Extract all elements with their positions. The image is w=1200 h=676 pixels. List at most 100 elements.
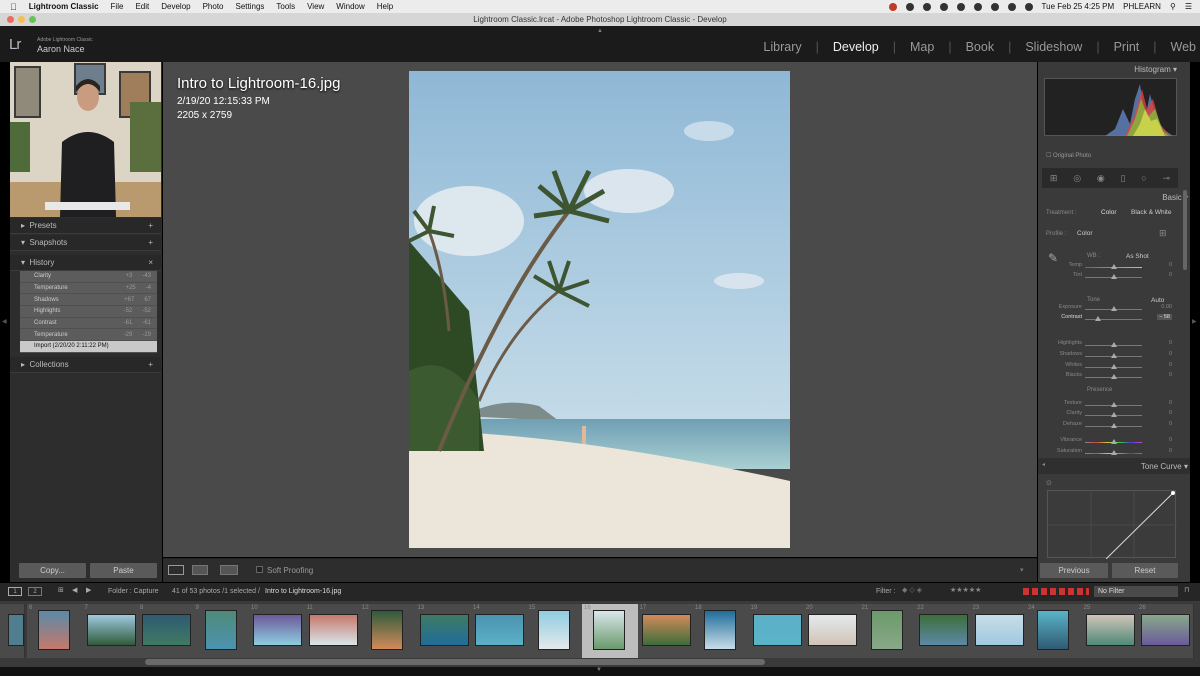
menu-settings[interactable]: Settings — [236, 2, 265, 11]
flag-filter-icons[interactable]: ◆ ◇ ◈ — [902, 586, 922, 594]
menu-file[interactable]: File — [111, 2, 124, 11]
forward-arrow-icon[interactable]: ▶ — [86, 586, 91, 594]
auto-tone-button[interactable]: Auto — [1151, 297, 1164, 304]
slider-value[interactable]: 0 — [1169, 362, 1172, 368]
history-item[interactable]: Temperature -29 -29 — [20, 329, 157, 342]
slider-blacks[interactable]: Blacks 0 — [1038, 372, 1178, 382]
profile-dropdown[interactable]: Color — [1077, 230, 1093, 237]
slider-whites[interactable]: Whites 0 — [1038, 362, 1178, 372]
slider-tint[interactable]: Tint 0 — [1038, 272, 1178, 282]
slider-value[interactable]: 0 — [1169, 262, 1172, 268]
tone-curve-graph[interactable] — [1047, 490, 1177, 560]
module-library[interactable]: Library — [763, 40, 801, 54]
original-photo-checkbox[interactable]: ☐ Original Photo — [1046, 152, 1091, 159]
graduated-filter-icon[interactable]: ▯ — [1121, 173, 1126, 184]
zoom-window-button[interactable] — [29, 16, 36, 23]
history-item[interactable]: Clarity +3 -43 — [20, 271, 157, 283]
slider-value[interactable]: 0.00 — [1161, 304, 1172, 310]
module-slideshow[interactable]: Slideshow — [1025, 40, 1082, 54]
filmstrip-thumbnail[interactable]: 24 — [1026, 604, 1083, 658]
tone-curve-collapse-icon[interactable]: ◂ — [1042, 461, 1045, 468]
second-window-button[interactable]: 2 — [28, 587, 42, 596]
current-filename[interactable]: Intro to Lightroom-16.jpg — [265, 588, 341, 595]
filmstrip-thumbnail[interactable]: 10 — [249, 604, 306, 658]
filter-dropdown[interactable]: No Filter — [1094, 586, 1178, 597]
slider-handle[interactable] — [1110, 374, 1117, 379]
minimize-window-button[interactable] — [18, 16, 25, 23]
history-item-selected[interactable]: Import (2/20/20 2:11:22 PM) — [20, 341, 157, 353]
copy-settings-button[interactable]: Copy... — [19, 563, 86, 578]
filmstrip-thumbnail[interactable]: 13 — [415, 604, 473, 658]
status-p-icon[interactable] — [905, 2, 914, 11]
filmstrip-thumbnail[interactable]: 11 — [304, 604, 362, 658]
slider-contrast[interactable]: Contrast – 58 — [1038, 314, 1178, 324]
apple-icon[interactable]:  — [10, 2, 17, 12]
history-item[interactable]: Temperature +25 -4 — [20, 282, 157, 295]
reset-button[interactable]: Reset — [1112, 563, 1178, 578]
filmstrip-thumbnail[interactable]: 6 — [27, 604, 84, 658]
slider-value[interactable]: 0 — [1169, 340, 1172, 346]
before-after-xy-icon[interactable] — [220, 565, 238, 575]
filmstrip-thumbnail[interactable]: 12 — [360, 604, 417, 658]
color-label-filter[interactable] — [1023, 588, 1089, 595]
slider-handle[interactable] — [1110, 353, 1117, 358]
spot-removal-icon[interactable]: ◎ — [1073, 173, 1081, 184]
treatment-color-button[interactable]: Color — [1101, 209, 1117, 216]
red-eye-icon[interactable]: ◉ — [1097, 173, 1105, 184]
slider-value[interactable]: 0 — [1169, 372, 1172, 378]
tone-curve-target-icon[interactable]: ⊙ — [1046, 479, 1052, 487]
module-print[interactable]: Print — [1114, 40, 1140, 54]
filmstrip-thumbnail[interactable]: 21 — [859, 604, 917, 658]
menu-photo[interactable]: Photo — [203, 2, 224, 11]
back-arrow-icon[interactable]: ◀ — [72, 586, 77, 594]
slider-handle[interactable] — [1110, 423, 1117, 428]
history-item[interactable]: Contrast -61 -61 — [20, 317, 157, 330]
history-item[interactable]: Highlights -52 -52 — [20, 306, 157, 318]
slider-value[interactable]: 0 — [1169, 448, 1172, 454]
status-battery-icon[interactable] — [990, 2, 999, 11]
filmstrip-thumbnail[interactable]: 14 — [471, 604, 528, 658]
slider-handle[interactable] — [1110, 402, 1117, 407]
left-panel-toggle-icon[interactable]: ◀ — [2, 318, 7, 325]
clear-history-icon[interactable]: × — [148, 258, 153, 267]
add-collection-icon[interactable]: + — [148, 360, 153, 369]
wb-dropdown[interactable]: As Shot — [1126, 253, 1149, 260]
menu-window[interactable]: Window — [336, 2, 364, 11]
slider-handle[interactable] — [1110, 306, 1117, 311]
filter-lock-icon[interactable]: ⊓ — [1184, 586, 1189, 594]
main-window-button[interactable]: 1 — [8, 587, 22, 596]
add-preset-icon[interactable]: + — [148, 221, 153, 230]
filmstrip-thumbnail-selected[interactable]: 16 — [582, 604, 639, 658]
slider-value[interactable]: 0 — [1169, 351, 1172, 357]
histogram-label[interactable]: Histogram ▾ — [1134, 65, 1177, 74]
filmstrip-thumbnail[interactable]: 22 — [915, 604, 972, 658]
slider-handle[interactable] — [1110, 412, 1117, 417]
menu-tools[interactable]: Tools — [276, 2, 295, 11]
right-panel-scrollbar[interactable] — [1183, 190, 1187, 270]
history-section[interactable]: ▾ History × — [10, 255, 161, 271]
slider-handle[interactable] — [1110, 439, 1117, 444]
treatment-bw-button[interactable]: Black & White — [1131, 209, 1171, 216]
filmstrip-thumbnail[interactable] — [0, 604, 25, 658]
filmstrip-thumbnail[interactable]: 8 — [138, 604, 195, 658]
volume-icon[interactable] — [1024, 2, 1033, 11]
filmstrip-thumbnail[interactable]: 9 — [193, 604, 251, 658]
filmstrip-scrollbar[interactable] — [145, 659, 765, 665]
slider-clarity[interactable]: Clarity 0 — [1038, 410, 1178, 420]
slider-texture[interactable]: Texture 0 — [1038, 400, 1178, 410]
presets-section[interactable]: ▸ Presets + — [10, 218, 161, 234]
slider-handle[interactable] — [1110, 342, 1117, 347]
filmstrip-thumbnail[interactable]: 20 — [804, 604, 861, 658]
slider-value[interactable]: 0 — [1169, 272, 1172, 278]
toolbar-menu-icon[interactable]: ▾ — [1020, 566, 1024, 574]
filmstrip-thumbnail[interactable]: 25 — [1081, 604, 1139, 658]
slider-saturation[interactable]: Saturation 0 — [1038, 448, 1178, 458]
slider-temp[interactable]: Temp 0 — [1038, 262, 1178, 272]
filmstrip-thumbnail[interactable]: 15 — [526, 604, 584, 658]
slider-handle[interactable] — [1094, 316, 1101, 321]
right-panel-toggle-icon[interactable]: ▶ — [1192, 318, 1197, 325]
previous-button[interactable]: Previous — [1040, 563, 1108, 578]
slider-shadows[interactable]: Shadows 0 — [1038, 351, 1178, 361]
slider-vibrance[interactable]: Vibrance 0 — [1038, 437, 1178, 447]
filmstrip-thumbnail[interactable]: 23 — [970, 604, 1028, 658]
